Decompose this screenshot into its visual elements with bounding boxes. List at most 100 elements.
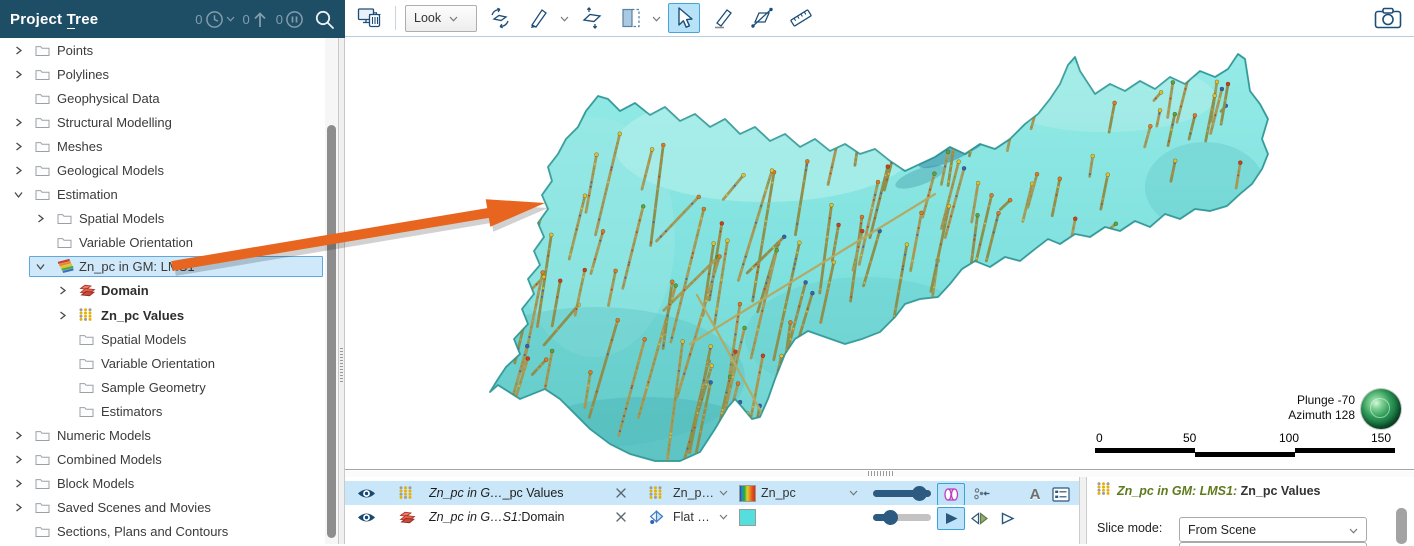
tree-item-spatial-models[interactable]: Spatial Models [0, 207, 338, 231]
tree-item-sections-plans-and-contours[interactable]: Sections, Plans and Contours [0, 520, 338, 544]
splitter-handle[interactable] [868, 471, 894, 476]
colormap-select[interactable]: Zn_pc [761, 481, 796, 505]
faces-flip-button[interactable] [965, 507, 993, 530]
shape-list-row[interactable]: Zn_pc in G…_pc ValuesZn_p…Zn_pcA [345, 481, 1079, 505]
disks-toggle[interactable] [937, 483, 965, 506]
tree-item-numeric-models[interactable]: Numeric Models [0, 424, 338, 448]
tree-item-saved-scenes-and-movies[interactable]: Saved Scenes and Movies [0, 496, 338, 520]
draw-slicer-tool[interactable] [523, 3, 555, 33]
domain-icon [399, 505, 416, 529]
labels-toggle[interactable]: A [1021, 483, 1049, 506]
opacity-slider[interactable] [873, 490, 931, 497]
snapshot-camera-button[interactable] [1371, 4, 1405, 32]
chevron-right-icon[interactable] [14, 38, 23, 62]
tree-item-label: Meshes [57, 134, 103, 158]
select-tool[interactable] [668, 3, 700, 33]
tree-item-combined-models[interactable]: Combined Models [0, 448, 338, 472]
visibility-eye-icon[interactable] [357, 481, 376, 505]
chevron-right-icon[interactable] [58, 279, 67, 303]
tree-item-estimators[interactable]: Estimators [0, 399, 338, 423]
rotate-plane-tool[interactable] [484, 3, 516, 33]
clear-scene[interactable] [354, 3, 386, 33]
colour-mode-select[interactable]: Flat … [673, 505, 710, 529]
tree-scrollbar-thumb[interactable] [327, 125, 336, 538]
chevron-right-icon[interactable] [36, 207, 45, 231]
chevron-down-icon[interactable] [560, 9, 569, 27]
look-combo[interactable]: Look [405, 5, 477, 32]
chevron-down-icon[interactable] [652, 9, 661, 27]
scene-3d-view[interactable]: Plunge -70 Azimuth 128 0 50 100 150 [345, 37, 1414, 469]
flat-colour-swatch[interactable] [739, 509, 756, 526]
tree-item-domain[interactable]: Domain [0, 279, 338, 303]
tree-item-zn-pc-values[interactable]: Zn_pc Values [0, 303, 338, 327]
tree-item-points[interactable]: Points [0, 38, 338, 62]
ruler-tool[interactable] [785, 3, 817, 33]
draw-tool[interactable] [707, 3, 739, 33]
properties-scrollbar-thumb[interactable] [1396, 508, 1407, 544]
tree-item-spatial-models[interactable]: Spatial Models [0, 327, 338, 351]
colour-mode-select[interactable]: Zn_p… [673, 481, 714, 505]
search-icon[interactable] [314, 9, 335, 30]
tree-item-sample-geometry[interactable]: Sample Geometry [0, 375, 338, 399]
splitter-handle[interactable] [340, 348, 343, 382]
tree-item-structural-modelling[interactable]: Structural Modelling [0, 110, 338, 134]
chevron-down-icon[interactable] [14, 183, 23, 207]
slice-box-tool[interactable] [615, 3, 647, 33]
remove-from-scene-icon[interactable] [615, 481, 627, 505]
tree-item-label: Combined Models [57, 448, 162, 472]
opacity-slider[interactable] [873, 514, 931, 521]
chevron-right-icon[interactable] [14, 134, 23, 158]
tree-item-zn-pc-in-gm-lms1[interactable]: Zn_pc in GM: LMS1 [0, 255, 338, 279]
opacity-slider-thumb[interactable] [912, 486, 927, 501]
tree-scene-splitter[interactable] [338, 38, 345, 544]
chevron-right-icon[interactable] [14, 110, 23, 134]
visibility-eye-icon[interactable] [357, 505, 376, 529]
orientation-sphere[interactable] [1361, 389, 1401, 429]
tree-item-block-models[interactable]: Block Models [0, 472, 338, 496]
chevron-right-icon[interactable] [14, 472, 23, 496]
chevron-right-icon[interactable] [14, 496, 23, 520]
scale-tick: 50 [1183, 431, 1196, 445]
tree-item-label: Structural Modelling [57, 110, 172, 134]
declutter-toggle[interactable] [967, 483, 995, 506]
colormap-gradient-swatch[interactable] [739, 485, 756, 502]
tree-item-polylines[interactable]: Polylines [0, 62, 338, 86]
project-tree-title: Project Tree [10, 11, 98, 28]
faces-front-button[interactable] [937, 507, 965, 530]
chevron-right-icon[interactable] [58, 303, 67, 327]
folder-icon [35, 86, 50, 110]
estimation-icon [57, 255, 74, 279]
chevron-right-icon[interactable] [14, 448, 23, 472]
tree-item-geophysical-data[interactable]: Geophysical Data [0, 86, 338, 110]
slice-mode-select[interactable]: From Scene [1179, 517, 1367, 542]
tree-item-label: Polylines [57, 62, 109, 86]
tree-item-estimation[interactable]: Estimation [0, 183, 338, 207]
scale-bar-segment [1195, 452, 1295, 457]
processing-history-button[interactable]: 0 [195, 10, 234, 29]
tree-item-meshes[interactable]: Meshes [0, 134, 338, 158]
legend-toggle[interactable] [1047, 483, 1075, 506]
flat-icon [649, 505, 664, 529]
tree-scrollbar[interactable] [325, 38, 338, 544]
tree-item-variable-orientation[interactable]: Variable Orientation [0, 231, 338, 255]
folder-icon [35, 38, 50, 62]
tree-item-variable-orientation[interactable]: Variable Orientation [0, 351, 338, 375]
chevron-right-icon[interactable] [14, 424, 23, 448]
upload-tasks-button[interactable]: 0 [243, 10, 268, 29]
polygon-slice-tool[interactable] [746, 3, 778, 33]
slice-mode-value: From Scene [1188, 523, 1256, 537]
chevron-down-icon[interactable] [36, 255, 45, 279]
chevron-right-icon[interactable] [14, 158, 23, 182]
shape-list-row[interactable]: Zn_pc in G…S1: DomainFlat … [345, 505, 1079, 529]
shape-list-panel: Zn_pc in G…_pc ValuesZn_p…Zn_pcAZn_pc in… [345, 477, 1079, 544]
remove-from-scene-icon[interactable] [615, 505, 627, 529]
move-plane-tool[interactable] [576, 3, 608, 33]
tree-item-geological-models[interactable]: Geological Models [0, 158, 338, 182]
chevron-right-icon[interactable] [14, 62, 23, 86]
shapelist-properties-splitter[interactable] [1079, 477, 1087, 544]
opacity-slider-thumb[interactable] [883, 510, 898, 525]
faces-outline-button[interactable] [993, 507, 1021, 530]
partially-visible-control[interactable] [1179, 542, 1367, 546]
paused-tasks-button[interactable]: 0 [276, 10, 304, 29]
properties-object-path: Zn_pc in GM: LMS1: [1117, 484, 1237, 498]
